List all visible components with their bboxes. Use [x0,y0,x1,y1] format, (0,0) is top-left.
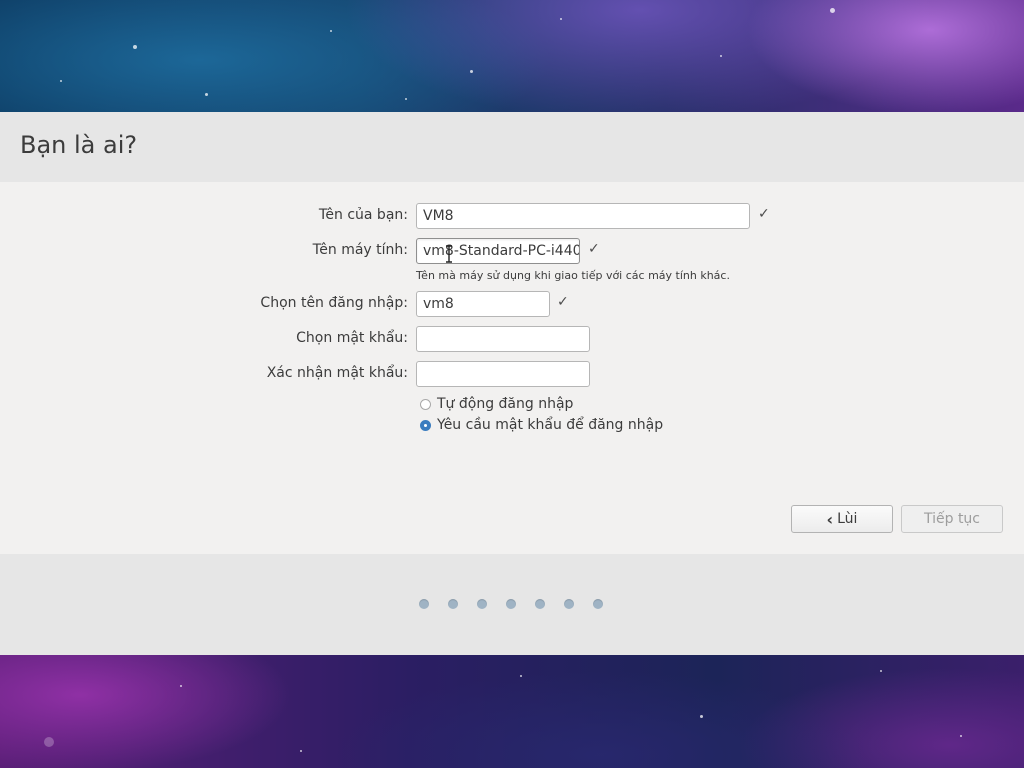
text-cursor-icon [446,245,452,263]
progress-dots [419,599,603,609]
page-header: Bạn là ai? [0,112,1024,182]
computer-name-label: Tên máy tính: [312,242,408,258]
continue-button[interactable]: Tiếp tục [901,505,1003,533]
password-field[interactable] [416,326,590,352]
name-label: Tên của bạn: [318,207,408,223]
page-title: Bạn là ai? [20,131,138,159]
username-label: Chọn tên đăng nhập: [260,295,408,311]
continue-button-label: Tiếp tục [923,511,981,527]
computer-name-valid-check-icon: ✓ [588,241,600,257]
computer-name-hint: Tên mà máy sử dụng khi giao tiếp với các… [416,269,730,282]
confirm-password-field[interactable] [416,361,590,387]
auto-login-option[interactable]: Tự động đăng nhập [420,396,573,412]
auto-login-label: Tự động đăng nhập [437,396,574,412]
name-valid-check-icon: ✓ [758,206,770,222]
computer-name-field[interactable]: vm8-Standard-PC-i440FX [416,238,580,264]
username-valid-check-icon: ✓ [557,294,569,310]
require-password-label: Yêu cầu mật khẩu để đăng nhập [437,417,664,433]
wallpaper-bottom [0,655,1024,768]
auto-login-radio[interactable] [420,398,431,410]
name-field[interactable]: VM8 [416,203,750,229]
progress-dot [506,599,516,609]
progress-dot [535,599,545,609]
progress-dot [448,599,458,609]
progress-dot [564,599,574,609]
progress-dot [419,599,429,609]
chevron-left-icon: ‹ [826,509,834,529]
confirm-password-label: Xác nhận mật khẩu: [266,365,408,381]
require-password-radio[interactable] [420,419,431,431]
back-button-label: Lùi [837,511,858,527]
username-field[interactable]: vm8 [416,291,550,317]
require-password-option[interactable]: Yêu cầu mật khẩu để đăng nhập [420,417,663,433]
password-label: Chọn mật khẩu: [296,330,408,346]
progress-dot [593,599,603,609]
progress-dot [477,599,487,609]
wallpaper-top [0,0,1024,112]
back-button[interactable]: ‹ Lùi [791,505,893,533]
